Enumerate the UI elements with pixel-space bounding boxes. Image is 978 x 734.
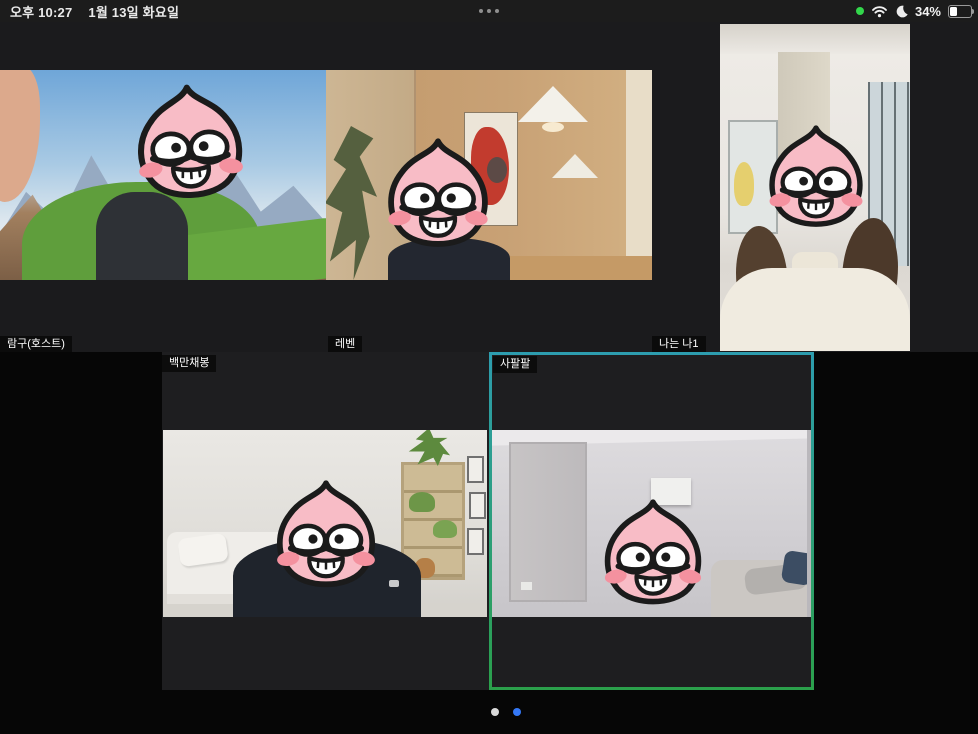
battery-icon [948, 5, 972, 18]
apeach-face-sticker [121, 78, 260, 222]
camera-active-indicator-icon [856, 7, 864, 15]
video-tile-leben[interactable]: 레벤 [326, 22, 652, 352]
participant-name-label: 람구(호스트) [0, 336, 72, 352]
apeach-face-sticker [375, 135, 501, 266]
video-tile-host[interactable]: 람구(호스트) [0, 22, 326, 352]
participant-name-label: 백만채봉 [162, 355, 216, 372]
video-tile-nanun-na1[interactable]: 나는 나1 [652, 22, 978, 352]
zoom-meeting-gallery-screen: 오후 10:27 1월 13일 화요일 34% [0, 0, 978, 734]
page-dot-1[interactable] [491, 708, 499, 716]
apeach-face-sticker [757, 122, 875, 245]
video-tile-baekman[interactable]: 백만채봉 [162, 352, 489, 690]
apeach-face-sticker [264, 477, 388, 606]
apeach-face-sticker [592, 496, 714, 623]
participant-name-label: 레벤 [328, 336, 362, 352]
multitask-handle-icon[interactable] [0, 0, 978, 22]
participant-name-label: 사팔팔 [493, 356, 537, 373]
participant-name-label: 나는 나1 [652, 336, 706, 352]
video-tile-sapalpal-active[interactable]: 사팔팔 [489, 352, 814, 690]
do-not-disturb-moon-icon [895, 5, 908, 18]
page-dot-2-current[interactable] [513, 708, 521, 716]
wifi-icon [871, 5, 888, 18]
battery-percent-text: 34% [915, 4, 941, 19]
ios-status-bar: 오후 10:27 1월 13일 화요일 34% [0, 0, 978, 22]
